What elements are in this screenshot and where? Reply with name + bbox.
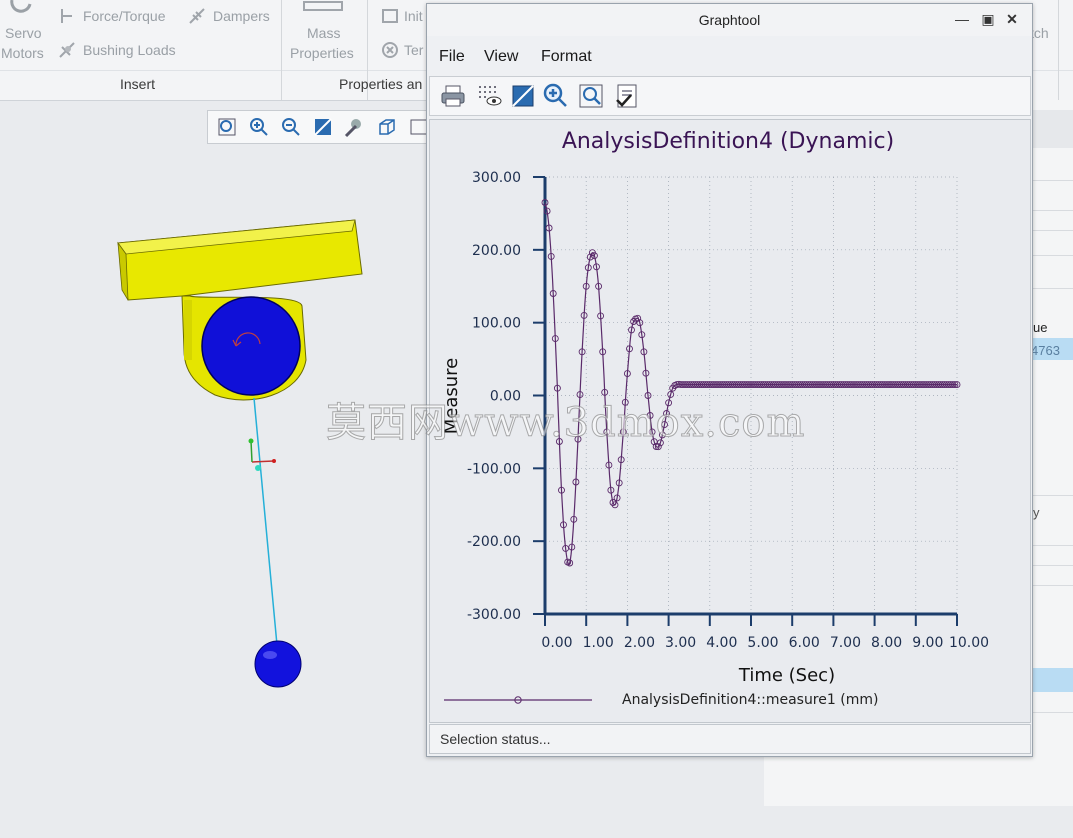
x-tick-label: 7.00 [830,635,861,651]
x-tick-label: 2.00 [624,635,655,651]
x-tick-label: 6.00 [789,635,820,651]
graphtool-menubar: File View Format [427,42,1032,72]
x-tick-label: 0.00 [541,635,572,651]
collapsed-section-label[interactable]: y [1033,505,1040,520]
x-tick-label: 5.00 [747,635,778,651]
x-tick-label: 8.00 [871,635,902,651]
ribbon-separator [1058,0,1059,100]
bottom-panel [764,756,1073,806]
menu-file[interactable]: File [439,48,465,66]
x-axis-label: Time (Sec) [738,665,835,686]
close-icon[interactable]: ✕ [1001,8,1023,30]
y-tick-label: 200.00 [472,243,521,259]
grid-eye-icon[interactable] [476,83,502,109]
value-column-header: ue [1033,320,1048,335]
value-cell: 4763 [1031,343,1060,358]
y-tick-label: 300.00 [472,170,521,186]
panel-divider [1031,565,1073,566]
menu-format[interactable]: Format [541,48,592,66]
graphtool-window: Graphtool — ▣ ✕ File View Format Analysi… [426,3,1033,757]
minimize-icon[interactable]: — [951,8,973,30]
zoom-window-icon[interactable] [578,83,604,109]
watermark: 莫西网www.3dmox.com [325,400,806,447]
coordinate-system-icon [248,438,276,471]
panel-divider [1031,255,1073,256]
x-tick-label: 1.00 [583,635,614,651]
panel-header [1031,110,1073,148]
zoom-fit-icon[interactable] [510,83,536,109]
x-tick-label: 3.00 [665,635,696,651]
graphtool-titlebar[interactable]: Graphtool — ▣ ✕ [427,4,1032,36]
maximize-icon[interactable]: ▣ [977,8,999,30]
y-tick-label: -300.00 [467,607,521,623]
y-tick-label: -200.00 [467,534,521,550]
panel-divider [1031,210,1073,211]
panel-divider [1031,585,1073,586]
x-tick-label: 9.00 [912,635,943,651]
panel-divider [1031,230,1073,231]
zoom-in-icon[interactable] [542,83,568,109]
pin-joint-disc[interactable] [201,296,301,396]
chart-legend: AnalysisDefinition4::measure1 (mm) [444,692,878,708]
graphtool-toolbar [429,76,1031,116]
graphtool-title: Graphtool [698,12,761,28]
status-bar: Selection status... [429,724,1031,754]
list-row-selected[interactable] [1031,668,1073,692]
properties-panel: ue 4763 y [1030,100,1073,805]
menu-view[interactable]: View [484,48,518,66]
y-tick-label: 100.00 [472,316,521,332]
pendulum-bob[interactable] [254,640,302,688]
x-tick-label: 10.00 [949,635,989,651]
x-tick-labels: 0.00 1.00 2.00 3.00 4.00 5.00 6.00 7.00 8.00 9.00… [541,635,989,651]
panel-divider [1031,545,1073,546]
chart-title: AnalysisDefinition4 (Dynamic) [562,129,894,154]
bob-highlight [263,651,277,659]
pendulum-rod[interactable] [253,397,278,646]
x-tick-label: 4.00 [706,635,737,651]
panel-divider [1031,180,1073,181]
print-icon[interactable] [440,83,466,109]
panel-divider [1031,712,1073,713]
legend-label: AnalysisDefinition4::measure1 (mm) [622,692,878,708]
checklist-icon[interactable] [614,83,640,109]
y-tick-label: -100.00 [467,461,521,477]
panel-divider [1031,288,1073,289]
series-line[interactable] [544,202,957,566]
panel-divider [1031,495,1073,496]
status-text: Selection status... [440,731,551,747]
series-measure1[interactable] [541,199,961,567]
